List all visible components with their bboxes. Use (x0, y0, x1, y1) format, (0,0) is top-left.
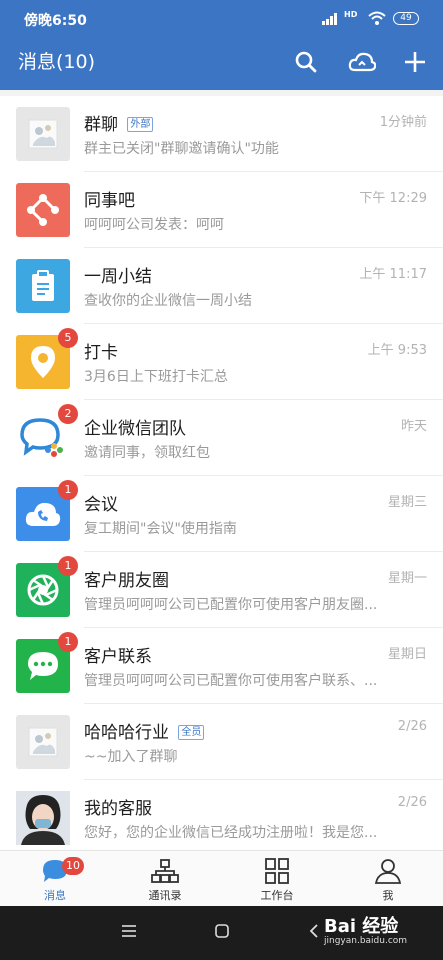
conversation-time: 上午 9:53 (367, 343, 427, 358)
conversation-name: 企业微信团队 (84, 419, 186, 439)
unread-badge: 2 (58, 404, 78, 424)
contacts-icon (151, 859, 179, 883)
add-button[interactable] (399, 46, 431, 78)
conversation-name: 打卡 (84, 343, 118, 363)
app-header: 傍晚6:50 HD 49 消息(10) (0, 0, 443, 90)
conversation-time: 星期日 (387, 647, 427, 662)
title-bar: 消息(10) (0, 36, 443, 90)
conversation-time: 2/26 (397, 795, 427, 810)
colleague-icon (16, 183, 70, 237)
conversation-time: 上午 11:17 (359, 267, 427, 282)
signal-icon (322, 13, 340, 25)
tab-contacts[interactable]: 通讯录 (110, 851, 220, 907)
conversation-time: 下午 12:29 (359, 191, 427, 206)
search-icon (295, 51, 317, 73)
watermark-line2: jingyan.baidu.com (324, 936, 408, 946)
conversation-row[interactable]: 一周小结 上午 11:17 查收你的企业微信一周小结 (0, 248, 443, 324)
profile-icon (374, 859, 402, 884)
home-icon[interactable] (214, 923, 230, 939)
conversation-name: 会议 (84, 495, 118, 515)
clipboard-icon (16, 259, 70, 313)
conversation-time: 星期三 (387, 495, 427, 510)
group-avatar-icon (16, 107, 70, 161)
bottom-tab-bar: 10 消息 通讯录 工作台 我 (0, 850, 443, 906)
wifi-icon (368, 11, 386, 25)
conversation-preview: 管理员呵呵呵公司已配置你可使用客户联系、... (84, 673, 378, 689)
conversation-tag: 全员 (178, 725, 205, 740)
conversation-preview: 管理员呵呵呵公司已配置你可使用客户朋友圈... (84, 597, 378, 613)
conversation-preview: 查收你的企业微信一周小结 (84, 293, 252, 309)
conversation-name: 客户联系 (84, 647, 152, 667)
page-title: 消息(10) (18, 51, 96, 73)
conversation-row[interactable]: 1 会议 星期三复工期间"会议"使用指南 (0, 476, 443, 552)
conversation-time: 2/26 (397, 719, 427, 734)
menu-icon[interactable] (121, 923, 137, 939)
cloud-disk-button[interactable] (346, 46, 378, 78)
conversation-name: 一周小结 (84, 267, 152, 287)
conversation-tag: 外部 (127, 117, 154, 132)
conversation-preview: 呵呵呵公司发表：呵呵 (84, 217, 224, 233)
search-button[interactable] (290, 46, 322, 78)
tab-messages[interactable]: 10 消息 (0, 851, 110, 907)
conversation-list: 群聊 外部 1分钟前群主已关闭"群聊邀请确认"功能同事吧 下午 12:29 呵呵呵公司… (0, 90, 443, 850)
conversation-name: 同事吧 (84, 191, 135, 211)
baidu-watermark: Bai 经验 jingyan.baidu.com (324, 912, 407, 946)
conversation-preview: 群主已关闭"群聊邀请确认"功能 (84, 141, 279, 157)
tab-messages-badge: 10 (62, 857, 84, 875)
unread-badge: 5 (58, 328, 78, 348)
conversation-preview: 您好，您的企业微信已经成功注册啦！我是您... (84, 825, 378, 841)
tab-me-label: 我 (382, 889, 394, 902)
unread-badge: 1 (58, 556, 78, 576)
back-icon[interactable] (308, 923, 320, 939)
conversation-name: 哈哈哈行业 全员 (84, 718, 205, 743)
conversation-row[interactable]: 哈哈哈行业 全员 2/26 ~~加入了群聊 (0, 704, 443, 780)
conversation-row[interactable]: 群聊 外部 1分钟前群主已关闭"群聊邀请确认"功能 (0, 96, 443, 172)
conversation-row[interactable]: 5 打卡 上午 9:53 3月6日上下班打卡汇总 (0, 324, 443, 400)
tab-me[interactable]: 我 (333, 851, 443, 907)
status-time: 傍晚6:50 (24, 13, 87, 29)
conversation-time: 1分钟前 (379, 115, 427, 130)
conversation-row[interactable]: 2 企业微信团队 昨天邀请同事，领取红包 (0, 400, 443, 476)
conversation-preview: 邀请同事，领取红包 (84, 445, 210, 461)
workbench-icon (265, 858, 289, 884)
conversation-time: 星期一 (387, 571, 427, 586)
tab-workbench-label: 工作台 (260, 889, 294, 902)
conversation-row[interactable]: 1 客户联系 星期日 管理员呵呵呵公司已配置你可使用客户联系、... (0, 628, 443, 704)
conversation-preview: 3月6日上下班打卡汇总 (84, 369, 228, 385)
plus-icon (405, 52, 425, 72)
conversation-time: 昨天 (400, 419, 427, 434)
conversation-name: 客户朋友圈 (84, 571, 169, 591)
conversation-row[interactable]: 同事吧 下午 12:29 呵呵呵公司发表：呵呵 (0, 172, 443, 248)
conversation-name: 我的客服 (84, 799, 152, 819)
cloud-icon (348, 52, 376, 72)
conversation-row[interactable]: 1 客户朋友圈 星期一 管理员呵呵呵公司已配置你可使用客户朋友圈... (0, 552, 443, 628)
tab-workbench[interactable]: 工作台 (222, 851, 332, 907)
network-hd-label: HD (344, 10, 358, 19)
tab-messages-label: 消息 (44, 889, 66, 902)
group-avatar-icon (16, 715, 70, 769)
conversation-preview: 复工期间"会议"使用指南 (84, 521, 237, 537)
conversation-preview: ~~加入了群聊 (84, 749, 178, 765)
tab-contacts-label: 通讯录 (148, 889, 182, 902)
watermark-line1: Bai 经验 (324, 916, 399, 937)
user-photo-icon (16, 791, 70, 845)
conversation-row[interactable]: 我的客服 2/26 您好，您的企业微信已经成功注册啦！我是您... (0, 780, 443, 850)
conversation-name: 群聊 外部 (84, 110, 154, 135)
status-bar: 傍晚6:50 HD 49 (0, 0, 443, 36)
unread-badge: 1 (58, 632, 78, 652)
unread-badge: 1 (58, 480, 78, 500)
battery-indicator: 49 (393, 12, 419, 25)
